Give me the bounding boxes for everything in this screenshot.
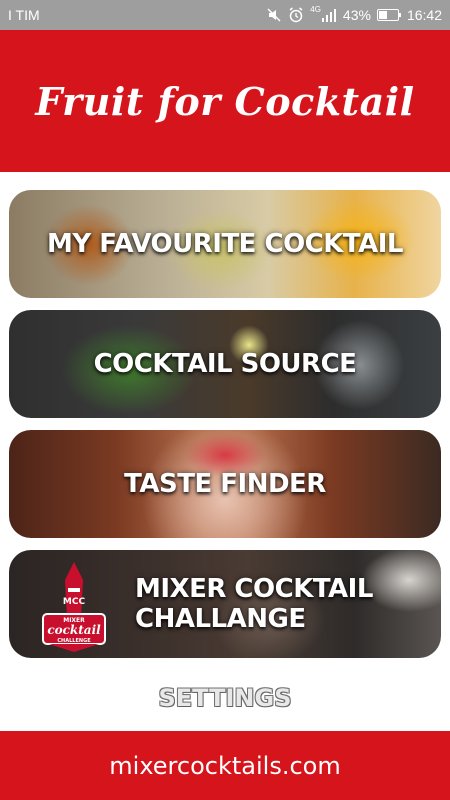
mcc-logo: MCC MIXER cocktail CHALLENGE xyxy=(42,562,106,652)
card-label: COCKTAIL SOURCE xyxy=(93,349,357,379)
carrier-label: I TIM xyxy=(8,7,40,23)
network-type-label: 4G xyxy=(310,5,321,14)
time-label: 16:42 xyxy=(406,7,442,23)
card-label: TASTE FINDER xyxy=(124,469,326,499)
badge-sub-text: CHALLENGE xyxy=(57,638,91,644)
main-menu: MY FAVOURITE COCKTAIL COCKTAIL SOURCE TA… xyxy=(9,190,441,670)
my-favourite-cocktail-button[interactable]: MY FAVOURITE COCKTAIL xyxy=(9,190,441,298)
badge-top-text: MCC xyxy=(63,597,86,607)
status-icons: 4G 43% 16:42 xyxy=(266,5,442,23)
taste-finder-button[interactable]: TASTE FINDER xyxy=(9,430,441,538)
mixer-cocktail-challenge-button[interactable]: MCC MIXER cocktail CHALLENGE MIXER COCKT… xyxy=(9,550,441,658)
website-label: mixercocktails.com xyxy=(109,751,341,780)
mute-icon xyxy=(266,7,282,23)
card-label: MY FAVOURITE COCKTAIL xyxy=(46,229,404,259)
app-header: Fruit for Cocktail xyxy=(0,30,450,172)
settings-label: SETTINGS xyxy=(158,684,292,712)
alarm-icon xyxy=(288,7,304,23)
badge-main-text: cocktail xyxy=(47,623,101,637)
card-label: MIXER COCKTAIL CHALLANGE xyxy=(135,574,373,634)
website-link[interactable]: mixercocktails.com xyxy=(0,731,450,800)
battery-percent-label: 43% xyxy=(342,7,371,23)
app-title: Fruit for Cocktail xyxy=(35,78,415,124)
signal-icon: 4G xyxy=(310,5,337,22)
battery-icon xyxy=(376,9,401,21)
cocktail-source-button[interactable]: COCKTAIL SOURCE xyxy=(9,310,441,418)
status-bar: I TIM 4G 43% 16:42 xyxy=(0,0,450,30)
settings-button[interactable]: SETTINGS xyxy=(0,678,450,718)
